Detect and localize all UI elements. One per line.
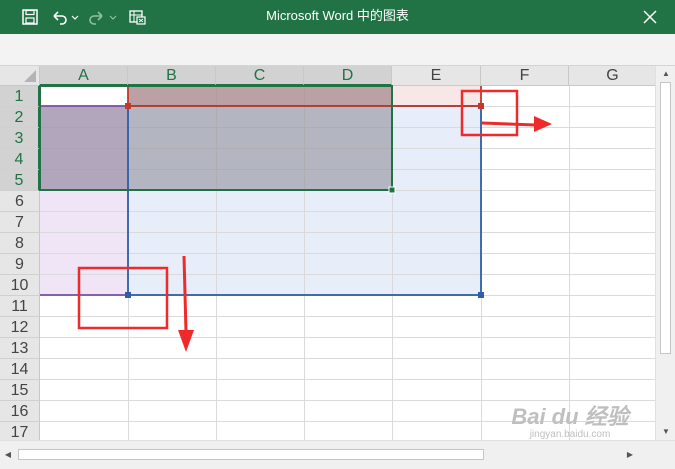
active-cell[interactable] bbox=[40, 86, 128, 106]
range-overlay bbox=[39, 85, 552, 352]
annotation-arrow-right bbox=[481, 121, 537, 127]
ribbon-area bbox=[0, 34, 675, 66]
scroll-up-icon[interactable]: ▲ bbox=[656, 67, 675, 81]
selection-category-tint bbox=[40, 106, 128, 190]
series-range-handle[interactable] bbox=[125, 103, 131, 109]
annotation-arrow-down bbox=[182, 255, 188, 333]
window-title: Microsoft Word 中的图表 bbox=[266, 8, 409, 23]
scroll-down-icon[interactable]: ▼ bbox=[656, 425, 675, 439]
series-range-handle[interactable] bbox=[478, 103, 484, 109]
close-icon[interactable] bbox=[641, 8, 659, 26]
annotation-arrowhead-down bbox=[178, 330, 194, 352]
horizontal-scroll-thumb[interactable] bbox=[18, 449, 484, 460]
scroll-right-icon[interactable]: ▶ bbox=[622, 448, 638, 462]
selection-series-tint bbox=[128, 86, 392, 106]
spreadsheet-grid[interactable]: A B C D E F G 1 2 3 4 5 6 7 8 9 10 11 12… bbox=[0, 66, 655, 440]
watermark-main: Bai du 经验 bbox=[511, 404, 629, 429]
annotation-box-top bbox=[460, 89, 519, 137]
annotation-arrowhead-right bbox=[534, 116, 552, 132]
title-bar: Microsoft Word 中的图表 bbox=[0, 0, 675, 34]
value-range-handle[interactable] bbox=[125, 292, 131, 298]
watermark-sub: jingyan.baidu.com bbox=[529, 429, 611, 440]
watermark: Bai du 经验 jingyan.baidu.com bbox=[495, 405, 645, 445]
scroll-left-icon[interactable]: ◀ bbox=[0, 448, 16, 462]
fill-handle[interactable] bbox=[388, 186, 396, 194]
vertical-scroll-thumb[interactable] bbox=[660, 82, 671, 354]
annotation-box-bottom bbox=[77, 266, 169, 330]
vertical-scrollbar[interactable]: ▲ ▼ bbox=[655, 66, 675, 440]
value-range-handle[interactable] bbox=[478, 292, 484, 298]
